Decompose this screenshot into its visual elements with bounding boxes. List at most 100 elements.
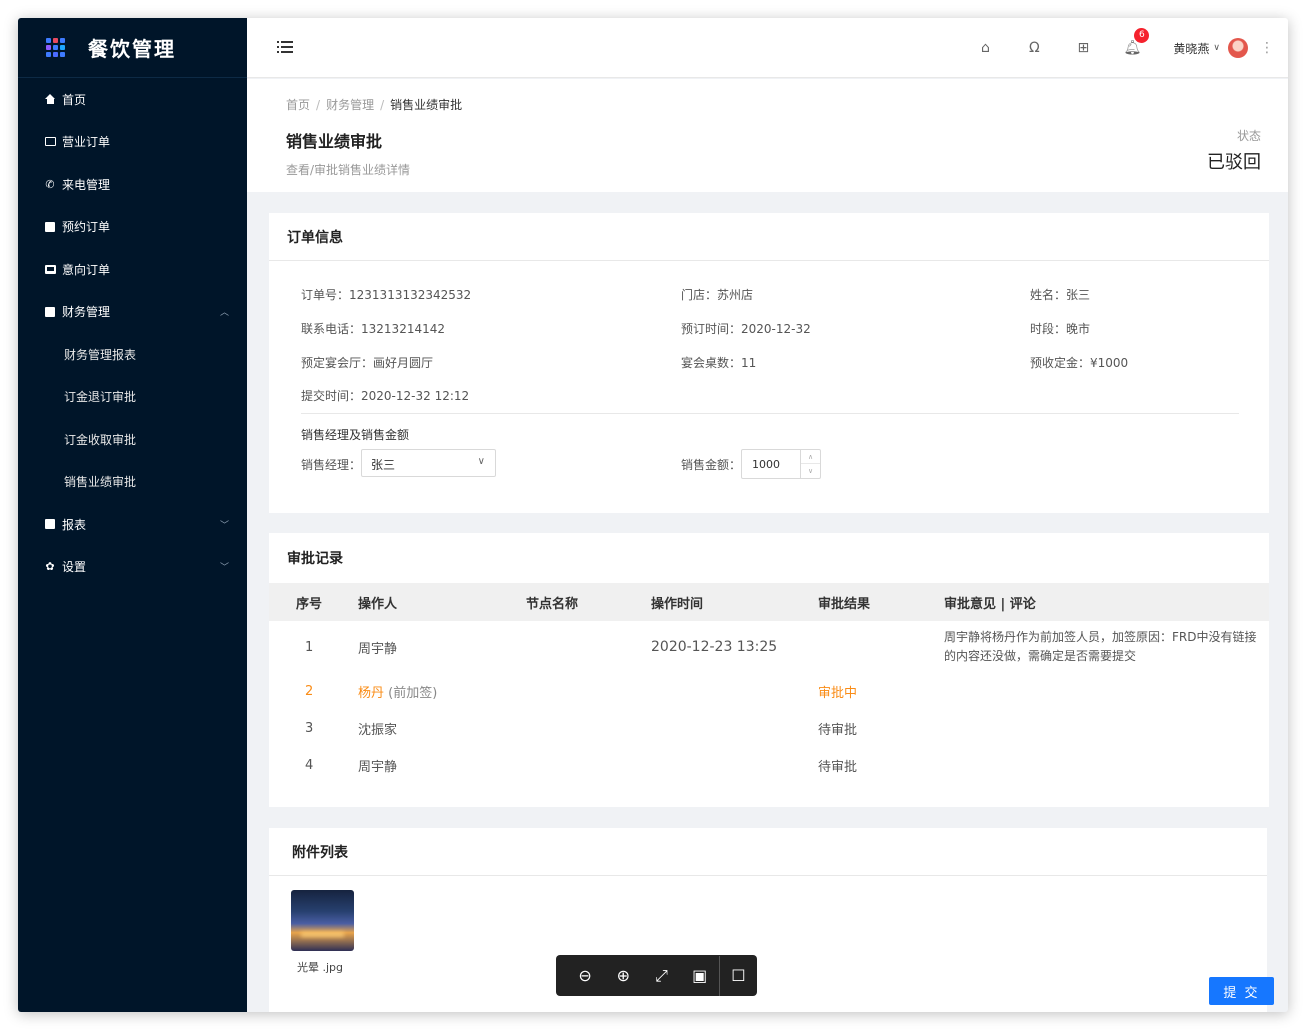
mail-icon <box>44 136 56 148</box>
sales-manager-select[interactable]: 张三 ∨ <box>361 449 496 477</box>
sidebar-item-label: 财务管理 <box>62 305 111 320</box>
comment-icon[interactable]: ☐ <box>718 955 757 996</box>
hall-value: 画好月圆厅 <box>373 356 434 370</box>
menu-fold-icon[interactable] <box>277 41 293 54</box>
notification-badge: 6 <box>1134 28 1150 43</box>
period-value: 晚市 <box>1066 322 1091 336</box>
chevron-up-icon: ︿ <box>219 308 229 319</box>
sidebar-subitem-sales-approval[interactable]: 销售业绩审批 <box>18 461 247 504</box>
amount-label: 销售金额： <box>681 458 742 472</box>
sidebar-item-settings[interactable]: ✿ 设置 ﹀ <box>18 546 247 589</box>
phone-icon: ✆ <box>45 177 55 191</box>
manager-label: 销售经理： <box>301 458 362 472</box>
chevron-down-icon: ﹀ <box>219 520 229 531</box>
avatar <box>1228 38 1248 58</box>
sidebar-subitem-finance-report[interactable]: 财务管理报表 <box>18 333 247 376</box>
period-field: 时段：晚市 <box>1030 322 1091 336</box>
sidebar-menu: 首页 营业订单 ✆ 来电管理 预约订单 意向订单 财务管理 ︿ 财务管理报表 订… <box>18 78 247 588</box>
sidebar-item-finance[interactable]: 财务管理 ︿ <box>18 291 247 334</box>
page-description: 查看/审批销售业绩详情 <box>286 163 411 177</box>
store-field: 门店：苏州店 <box>681 288 754 302</box>
page-title: 销售业绩审批 <box>286 132 383 151</box>
sidebar-item-reservations[interactable]: 预约订单 <box>18 206 247 249</box>
sales-amount-input[interactable]: 1000 ∧ ∨ <box>741 449 821 479</box>
headset-icon[interactable]: Ω <box>1026 40 1042 56</box>
name-value: 张三 <box>1066 288 1091 302</box>
user-menu[interactable]: 黄晓燕 ∨ <box>1173 38 1248 58</box>
sidebar-subitem-deposit-refund[interactable]: 订金退订审批 <box>18 376 247 419</box>
sidebar-item-calls[interactable]: ✆ 来电管理 <box>18 163 247 206</box>
phone-value: 13213214142 <box>361 322 445 336</box>
table-row: 3 沈振家 待审批 <box>269 710 1269 747</box>
order-info-card: 订单信息 订单号：1231313132342532 门店：苏州店 姓名：张三 联… <box>269 213 1269 513</box>
submit-button[interactable]: 提 交 <box>1209 977 1274 1005</box>
zoom-out-icon[interactable]: ⊖ <box>566 956 604 996</box>
attachments-card: 附件列表 光晕 .jpg <box>269 828 1267 1012</box>
table-header-row: 序号 操作人 节点名称 操作时间 审批结果 审批意见 | 评论 <box>269 583 1269 621</box>
logo: 餐饮管理 <box>18 18 247 78</box>
amount-stepper[interactable]: ∧ ∨ <box>800 450 820 478</box>
fullscreen-icon[interactable]: ⤢ <box>642 956 680 996</box>
breadcrumb-current: 销售业绩审批 <box>390 98 463 112</box>
booking-time-value: 2020-12-32 <box>741 322 811 336</box>
col-node: 节点名称 <box>526 596 579 612</box>
apps-grid-icon <box>46 37 66 58</box>
document-icon <box>44 221 56 233</box>
home-outline-icon[interactable]: ⌂ <box>977 40 993 56</box>
chevron-down-icon: ﹀ <box>219 563 229 574</box>
sidebar-item-label: 意向订单 <box>62 262 111 277</box>
col-operator: 操作人 <box>358 596 398 612</box>
divider <box>301 413 1239 414</box>
attachments-title: 附件列表 <box>269 828 1267 876</box>
breadcrumb-link-finance[interactable]: 财务管理 <box>326 98 374 112</box>
bar-chart-icon <box>44 518 56 530</box>
sidebar-subitem-deposit-collect[interactable]: 订金收取审批 <box>18 418 247 461</box>
more-vertical-icon[interactable]: ⋮ <box>1260 40 1274 56</box>
breadcrumb: 首页 / 财务管理 / 销售业绩审批 <box>286 98 463 112</box>
app-window: 餐饮管理 首页 营业订单 ✆ 来电管理 预约订单 意向订单 财务管理 ︿ 财务管… <box>18 18 1288 1012</box>
step-down-icon[interactable]: ∨ <box>801 464 820 478</box>
sidebar-item-label: 财务管理报表 <box>64 347 137 362</box>
sidebar-item-label: 报表 <box>62 517 87 532</box>
viewer-toolbar: ⊖ ⊕ ⤢ ▣ ☐ <box>556 955 757 996</box>
phone-field: 联系电话：13213214142 <box>301 322 445 336</box>
sidebar-item-business-orders[interactable]: 营业订单 <box>18 121 247 164</box>
store-value: 苏州店 <box>717 288 754 302</box>
sidebar-item-label: 来电管理 <box>62 177 111 192</box>
sidebar-item-home[interactable]: 首页 <box>18 78 247 121</box>
chevron-down-icon: ∨ <box>1213 43 1220 53</box>
deposit-value: ¥1000 <box>1090 356 1129 370</box>
sidebar-item-label: 订金收取审批 <box>64 432 137 447</box>
deposit-field: 预收定金：¥1000 <box>1030 356 1129 370</box>
sidebar-item-label: 预约订单 <box>62 220 111 235</box>
col-time: 操作时间 <box>651 596 704 612</box>
user-name: 黄晓燕 <box>1173 41 1210 56</box>
sidebar-item-reports[interactable]: 报表 ﹀ <box>18 503 247 546</box>
wallet-icon <box>44 306 56 318</box>
booking-time-field: 预订时间：2020-12-32 <box>681 322 811 336</box>
bell-icon[interactable]: 🔔︎ 6 <box>1124 28 1150 56</box>
chevron-down-icon: ∨ <box>477 456 485 467</box>
approval-card: 审批记录 序号 操作人 节点名称 操作时间 审批结果 审批意见 | 评论 1 周… <box>269 533 1269 807</box>
grid-icon[interactable]: ⊞ <box>1075 40 1091 56</box>
presentation-icon[interactable]: ▣ <box>681 956 719 996</box>
submit-time-field: 提交时间：2020-12-32 12:12 <box>301 389 470 403</box>
attachment-filename[interactable]: 光晕 .jpg <box>297 959 343 975</box>
table-row: 4 周宇静 待审批 <box>269 747 1269 784</box>
breadcrumb-link-home[interactable]: 首页 <box>286 98 310 112</box>
sidebar-item-label: 订金退订审批 <box>64 390 137 405</box>
status-label: 状态 <box>1236 129 1261 143</box>
submit-time-value: 2020-12-32 12:12 <box>361 389 470 403</box>
sidebar-item-intent-orders[interactable]: 意向订单 <box>18 248 247 291</box>
step-up-icon[interactable]: ∧ <box>801 450 820 464</box>
status-badge: 待审批 <box>818 760 858 775</box>
table-row: 1 周宇静 2020-12-23 13:25 周宇静将杨丹作为前加签人员，加签原… <box>305 630 1257 663</box>
attachment-thumbnail[interactable] <box>291 890 354 951</box>
sidebar-item-label: 销售业绩审批 <box>64 475 137 490</box>
sidebar-item-label: 设置 <box>62 560 87 575</box>
name-field: 姓名：张三 <box>1030 288 1091 302</box>
gear-icon: ✿ <box>45 560 55 574</box>
zoom-in-icon[interactable]: ⊕ <box>604 956 642 996</box>
sales-manager-value: 张三 <box>371 458 396 472</box>
top-header: ⌂ Ω ⊞ 🔔︎ 6 黄晓燕 ∨ ⋮ <box>247 18 1288 78</box>
